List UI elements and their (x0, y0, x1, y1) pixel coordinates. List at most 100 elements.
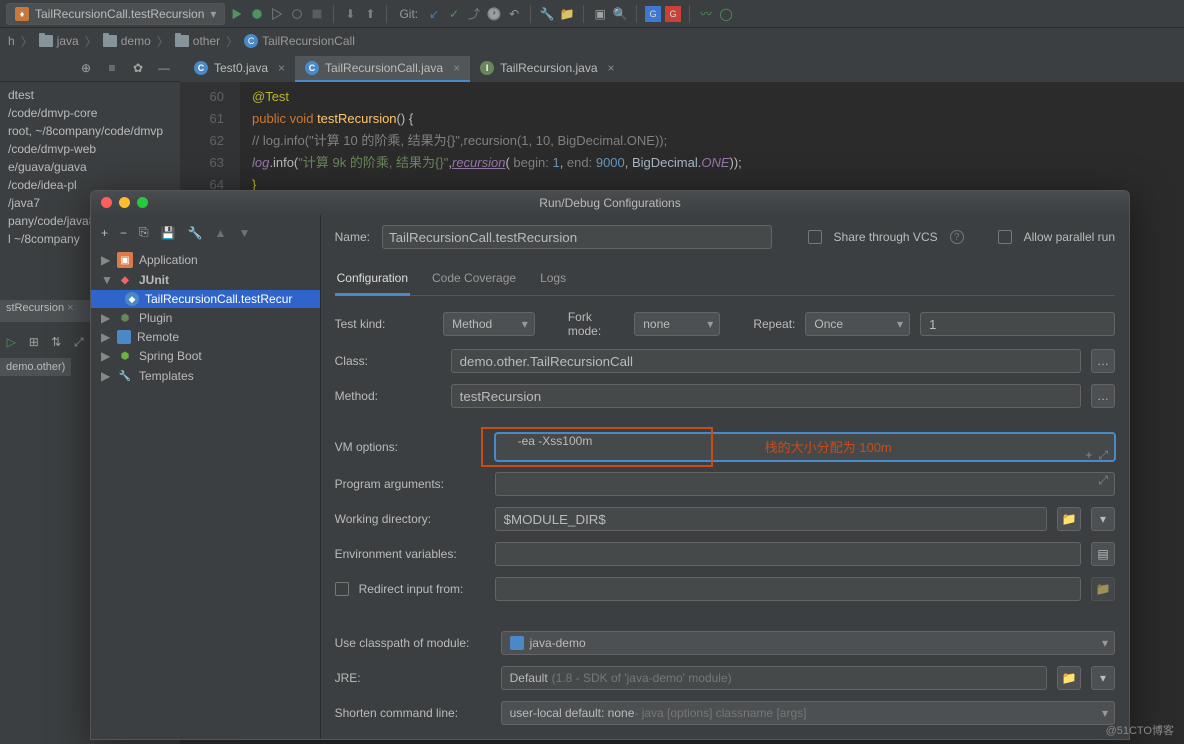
tab-configuration[interactable]: Configuration (335, 265, 410, 296)
git-compare-icon[interactable]: ⤴ (466, 6, 482, 22)
rerun-icon[interactable]: ▷ (4, 334, 19, 350)
project-item[interactable]: /code/dmvp-web (0, 140, 180, 158)
breadcrumb-item[interactable]: CTailRecursionCall (244, 34, 355, 48)
expand-icon[interactable]: ⤢ (1098, 448, 1108, 463)
project-item[interactable]: /code/dmvp-core (0, 104, 180, 122)
debug-icon[interactable] (249, 6, 265, 22)
expand-icon[interactable]: ⤢ (1098, 473, 1108, 488)
tab-logs[interactable]: Logs (538, 265, 568, 295)
method-label: Method: (335, 389, 441, 403)
browse-redirect-button[interactable]: 📁 (1091, 577, 1115, 601)
browse-class-button[interactable]: … (1091, 349, 1115, 373)
breadcrumb-item[interactable]: h (8, 34, 15, 48)
repeat-select[interactable]: Once (805, 312, 910, 336)
target-icon[interactable]: ⊕ (78, 60, 94, 76)
breadcrumb-item[interactable]: java (39, 34, 79, 48)
run-icon[interactable] (229, 6, 245, 22)
tree-item-application[interactable]: ▶▣Application (91, 250, 320, 270)
translate-icon[interactable]: G (645, 6, 661, 22)
browse-folder-button[interactable]: 📁 (1057, 507, 1081, 531)
redirect-checkbox[interactable] (335, 582, 349, 596)
fork-mode-select[interactable]: none (634, 312, 720, 336)
git-commit-icon[interactable]: ✓ (446, 6, 462, 22)
method-input[interactable] (451, 384, 1081, 408)
editor-tab[interactable]: ITailRecursion.java× (470, 56, 624, 82)
workdir-input[interactable] (495, 507, 1047, 531)
breadcrumb-item[interactable]: demo (103, 34, 151, 48)
browse-jre-button[interactable]: 📁 (1057, 666, 1081, 690)
folder-icon[interactable]: 📁 (559, 6, 575, 22)
project-item[interactable]: root, ~/8company/code/dmvp (0, 122, 180, 140)
stop-icon[interactable] (309, 6, 325, 22)
editor-tab[interactable]: CTailRecursionCall.java× (295, 56, 470, 82)
save-icon[interactable]: 💾 (161, 226, 176, 240)
project-item[interactable]: dtest (0, 86, 180, 104)
git-update-icon[interactable]: ↙ (426, 6, 442, 22)
browse-method-button[interactable]: … (1091, 384, 1115, 408)
minimize-window-icon[interactable] (119, 197, 130, 208)
project-item[interactable]: e/guava/guava (0, 158, 180, 176)
jre-input[interactable]: Default(1.8 - SDK of 'java-demo' module) (501, 666, 1047, 690)
close-icon[interactable]: × (278, 61, 285, 75)
tab-coverage[interactable]: Code Coverage (430, 265, 518, 295)
config-tree[interactable]: ▶▣Application ▼◆JUnit ◆TailRecursionCall… (91, 244, 320, 386)
up-icon[interactable]: ▲ (215, 226, 227, 240)
check-icon[interactable]: ◯ (718, 6, 734, 22)
copy-icon[interactable]: ⎘ (139, 225, 149, 240)
redirect-input[interactable] (495, 577, 1081, 601)
filter-icon[interactable]: ⊞ (27, 334, 42, 350)
name-input[interactable] (382, 225, 772, 249)
tree-item-templates[interactable]: ▶🔧Templates (91, 366, 320, 386)
translate2-icon[interactable]: G (665, 6, 681, 22)
classpath-select[interactable]: java-demo (501, 631, 1115, 655)
add-icon[interactable]: + (101, 226, 108, 240)
collapse-icon[interactable]: ≡ (104, 60, 120, 76)
help-icon[interactable]: ? (950, 230, 964, 244)
repeat-count-input[interactable] (920, 312, 1115, 336)
coverage-icon[interactable] (269, 6, 285, 22)
remove-icon[interactable]: − (120, 226, 127, 240)
attach-icon[interactable]: ⬆ (362, 6, 378, 22)
test-result-label[interactable]: demo.other) (0, 358, 71, 376)
git-history-icon[interactable]: 🕐 (486, 6, 502, 22)
remote-icon (117, 330, 131, 344)
class-input[interactable] (451, 349, 1081, 373)
test-kind-select[interactable]: Method (443, 312, 535, 336)
structure-icon[interactable]: ▣ (592, 6, 608, 22)
maximize-window-icon[interactable] (137, 197, 148, 208)
search-icon[interactable]: 🔍 (612, 6, 628, 22)
sort-icon[interactable]: ⇅ (49, 334, 64, 350)
shorten-select[interactable]: user-local default: none - java [options… (501, 701, 1115, 725)
run-tab[interactable]: stRecursion × (0, 300, 90, 322)
name-label: Name: (335, 230, 370, 244)
env-input[interactable] (495, 542, 1081, 566)
expand-icon[interactable]: ⤢ (72, 334, 87, 350)
profile-icon[interactable] (289, 6, 305, 22)
parallel-checkbox[interactable] (998, 230, 1012, 244)
hide-icon[interactable]: — (156, 60, 172, 76)
editor-tab[interactable]: CTest0.java× (184, 56, 295, 82)
run-config-selector[interactable]: ♦ TailRecursionCall.testRecursion ▾ (6, 3, 225, 25)
close-icon[interactable]: × (453, 61, 460, 75)
tree-item-spring[interactable]: ▶⬢Spring Boot (91, 346, 320, 366)
env-edit-button[interactable]: ▤ (1091, 542, 1115, 566)
tree-item-plugin[interactable]: ▶⬢Plugin (91, 308, 320, 328)
tree-item-remote[interactable]: ▶Remote (91, 328, 320, 346)
git-revert-icon[interactable]: ↶ (506, 6, 522, 22)
tree-item-test[interactable]: ◆TailRecursionCall.testRecur (91, 290, 320, 308)
wrench-icon[interactable]: 🔧 (539, 6, 555, 22)
workdir-dropdown-button[interactable]: ▾ (1091, 507, 1115, 531)
breadcrumb-item[interactable]: other (175, 34, 220, 48)
prog-args-input[interactable]: ⤢ (495, 472, 1115, 496)
close-window-icon[interactable] (101, 197, 112, 208)
tree-item-junit[interactable]: ▼◆JUnit (91, 270, 320, 290)
wrench-icon[interactable]: 🔧 (188, 226, 203, 240)
close-icon[interactable]: × (608, 61, 615, 75)
share-checkbox[interactable] (808, 230, 822, 244)
monitor-icon[interactable]: 〰 (698, 6, 714, 22)
down-icon[interactable]: ▼ (238, 226, 250, 240)
build-icon[interactable]: ⬇ (342, 6, 358, 22)
gear-icon[interactable]: ✿ (130, 60, 146, 76)
add-macro-icon[interactable]: + (1085, 448, 1092, 463)
jre-dropdown-button[interactable]: ▾ (1091, 666, 1115, 690)
